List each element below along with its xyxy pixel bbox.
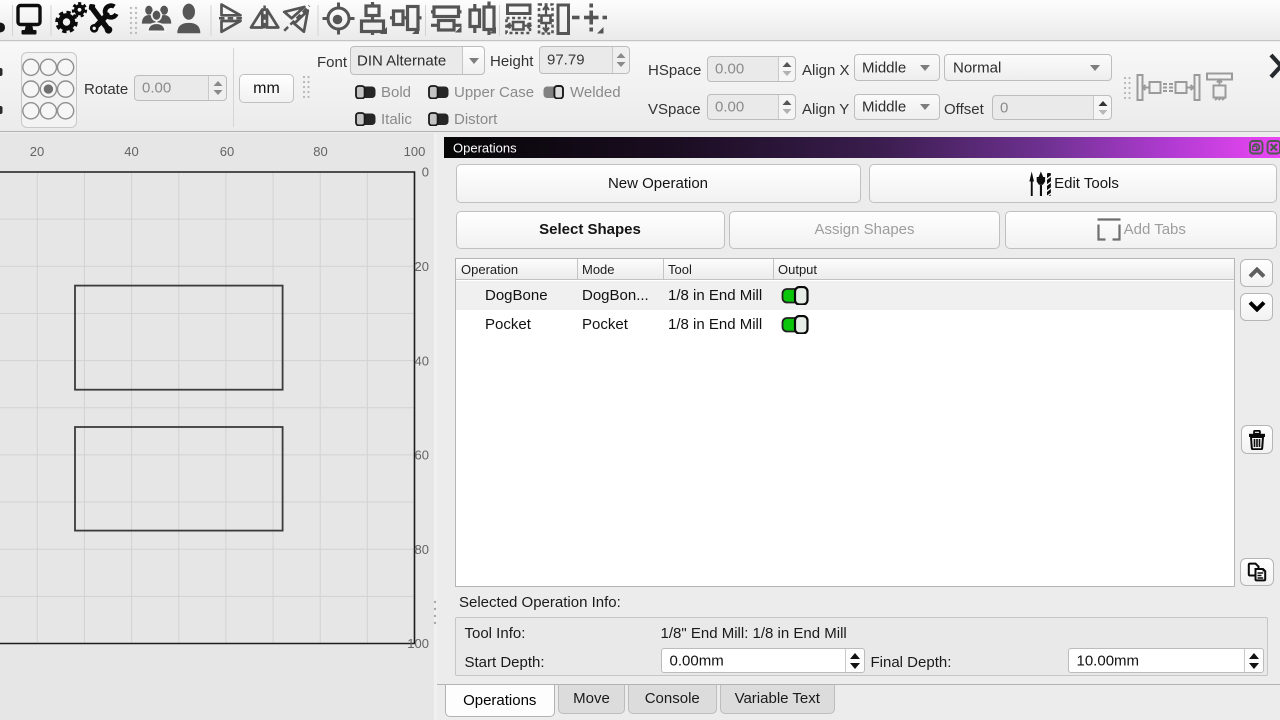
svg-text:60: 60	[220, 144, 234, 159]
svg-text:100: 100	[407, 636, 429, 651]
svg-text:40: 40	[124, 144, 138, 159]
svg-text:20: 20	[415, 259, 429, 274]
svg-text:0: 0	[422, 165, 429, 180]
svg-text:100: 100	[404, 144, 426, 159]
svg-text:60: 60	[415, 448, 429, 463]
svg-text:40: 40	[415, 353, 429, 368]
svg-text:80: 80	[313, 144, 327, 159]
svg-text:80: 80	[415, 542, 429, 557]
svg-text:20: 20	[30, 144, 44, 159]
